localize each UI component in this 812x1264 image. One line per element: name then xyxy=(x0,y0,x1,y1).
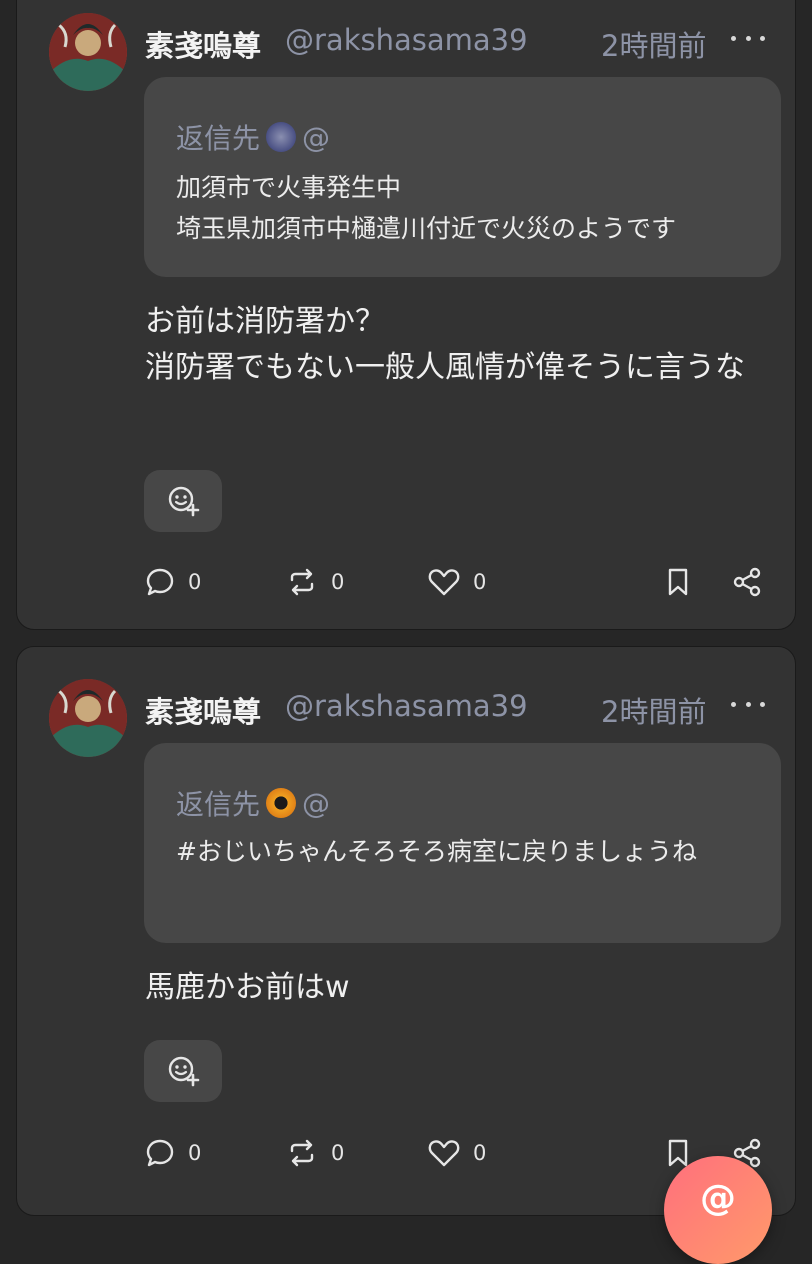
heart-icon xyxy=(428,1140,460,1167)
emoji-plus-icon xyxy=(168,486,200,517)
reply-target-handle[interactable]: @ xyxy=(302,787,330,820)
reply-count: 0 xyxy=(188,1141,202,1165)
reply-count: 0 xyxy=(188,570,202,594)
emoji-plus-icon xyxy=(168,1056,200,1087)
author-handle[interactable]: @rakshasama39 xyxy=(285,23,528,57)
quoted-text: 加須市で火事発生中埼玉県加須市中樋遣川付近で火災のようです xyxy=(176,167,676,249)
renote-count: 0 xyxy=(331,1141,345,1165)
reply-target-avatar[interactable] xyxy=(266,122,297,152)
comment-icon xyxy=(146,568,174,596)
author-handle[interactable]: @rakshasama39 xyxy=(285,689,528,723)
like-count: 0 xyxy=(473,570,487,594)
quoted-text: #おじいちゃんそろそろ病室に戻りましょうね xyxy=(176,831,697,872)
like-count: 0 xyxy=(473,1141,487,1165)
share-button[interactable] xyxy=(731,562,763,602)
more-horizontal-icon[interactable] xyxy=(731,689,765,719)
avatar[interactable] xyxy=(49,13,127,91)
like-button[interactable]: 0 xyxy=(427,562,486,602)
post-card[interactable]: 素戔嗚尊 @rakshasama39 2時間前 返信先 @ 加須市で火事発生中埼… xyxy=(16,0,796,630)
renote-button[interactable]: 0 xyxy=(285,562,344,602)
post-time[interactable]: 2時間前 xyxy=(601,23,706,65)
reply-prefix: 返信先 xyxy=(176,788,261,821)
quoted-line: #おじいちゃんそろそろ病室に戻りましょうね xyxy=(176,837,697,866)
post-body: 馬鹿かお前はw xyxy=(145,970,350,1005)
reply-target-handle[interactable]: @ xyxy=(302,121,330,154)
renote-count: 0 xyxy=(331,570,345,594)
reply-header: 返信先 @ xyxy=(176,117,330,157)
like-button[interactable]: 0 xyxy=(427,1133,486,1173)
post-body: お前は消防署か？ 消防署でもない一般人風情が偉そうに言うな xyxy=(145,304,745,385)
action-bar: 0 0 0 xyxy=(17,1133,795,1173)
post-time[interactable]: 2時間前 xyxy=(601,689,706,731)
more-horizontal-icon[interactable] xyxy=(731,23,765,53)
repeat-icon xyxy=(290,1139,314,1167)
post-card[interactable]: 素戔嗚尊 @rakshasama39 2時間前 返信先 @ #おじいちゃんそろそ… xyxy=(16,646,796,1216)
reply-button[interactable]: 0 xyxy=(144,562,201,602)
reply-prefix: 返信先 xyxy=(176,122,261,155)
avatar-image xyxy=(49,679,127,757)
reply-quote[interactable]: 返信先 @ 加須市で火事発生中埼玉県加須市中樋遣川付近で火災のようです xyxy=(144,77,781,277)
compose-icon: @ xyxy=(700,1178,736,1219)
share-icon xyxy=(733,567,761,597)
bookmark-button[interactable] xyxy=(663,562,693,602)
avatar[interactable] xyxy=(49,679,127,757)
reply-button[interactable]: 0 xyxy=(144,1133,201,1173)
author-name[interactable]: 素戔嗚尊 xyxy=(145,689,261,731)
reply-header: 返信先 @ xyxy=(176,783,330,823)
heart-icon xyxy=(428,569,460,596)
author-name[interactable]: 素戔嗚尊 xyxy=(145,23,261,65)
quoted-line: 加須市で火事発生中 xyxy=(176,173,402,202)
add-reaction-button[interactable] xyxy=(144,1040,222,1102)
reply-quote[interactable]: 返信先 @ #おじいちゃんそろそろ病室に戻りましょうね xyxy=(144,743,781,943)
action-bar: 0 0 0 xyxy=(17,562,795,602)
reply-target-avatar[interactable] xyxy=(266,788,297,818)
add-reaction-button[interactable] xyxy=(144,470,222,532)
bookmark-icon xyxy=(668,568,688,596)
quoted-line: 埼玉県加須市中樋遣川付近で火災のようです xyxy=(176,214,677,243)
avatar-image xyxy=(49,13,127,91)
compose-button[interactable]: @ xyxy=(664,1156,772,1264)
repeat-icon xyxy=(290,568,314,596)
renote-button[interactable]: 0 xyxy=(285,1133,344,1173)
comment-icon xyxy=(146,1139,174,1167)
